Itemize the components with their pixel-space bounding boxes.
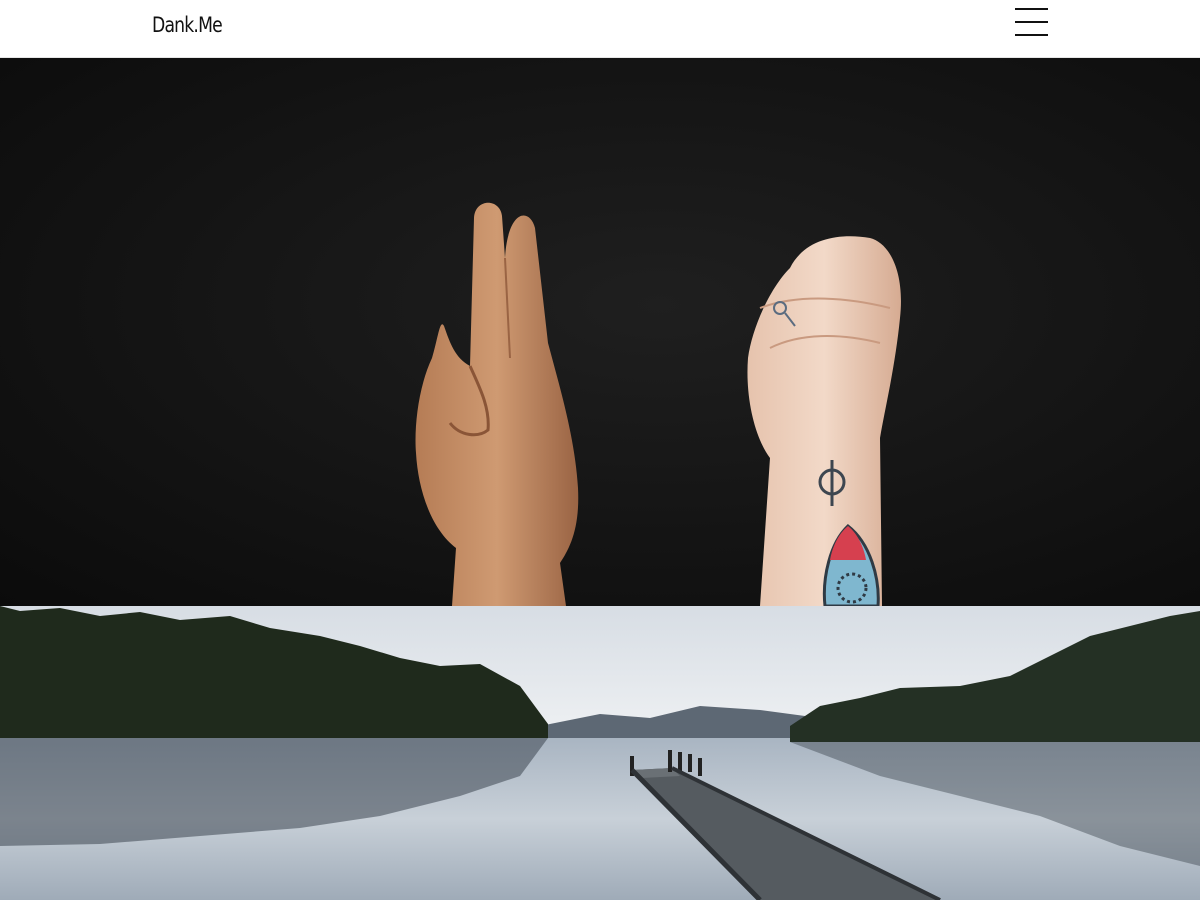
hero-image-hands (0, 58, 1200, 606)
menu-bar (1015, 8, 1048, 10)
menu-bar (1015, 34, 1048, 36)
site-header: Dank.Me (0, 0, 1200, 58)
menu-bar (1015, 21, 1048, 23)
left-hand (415, 202, 579, 606)
hands-illustration (415, 202, 901, 606)
brand-logo[interactable]: Dank.Me (152, 13, 223, 37)
right-hand (747, 236, 901, 606)
lake-illustration (0, 606, 1200, 900)
hamburger-menu-icon[interactable] (1013, 6, 1049, 38)
lake-jetty-image (0, 606, 1200, 900)
